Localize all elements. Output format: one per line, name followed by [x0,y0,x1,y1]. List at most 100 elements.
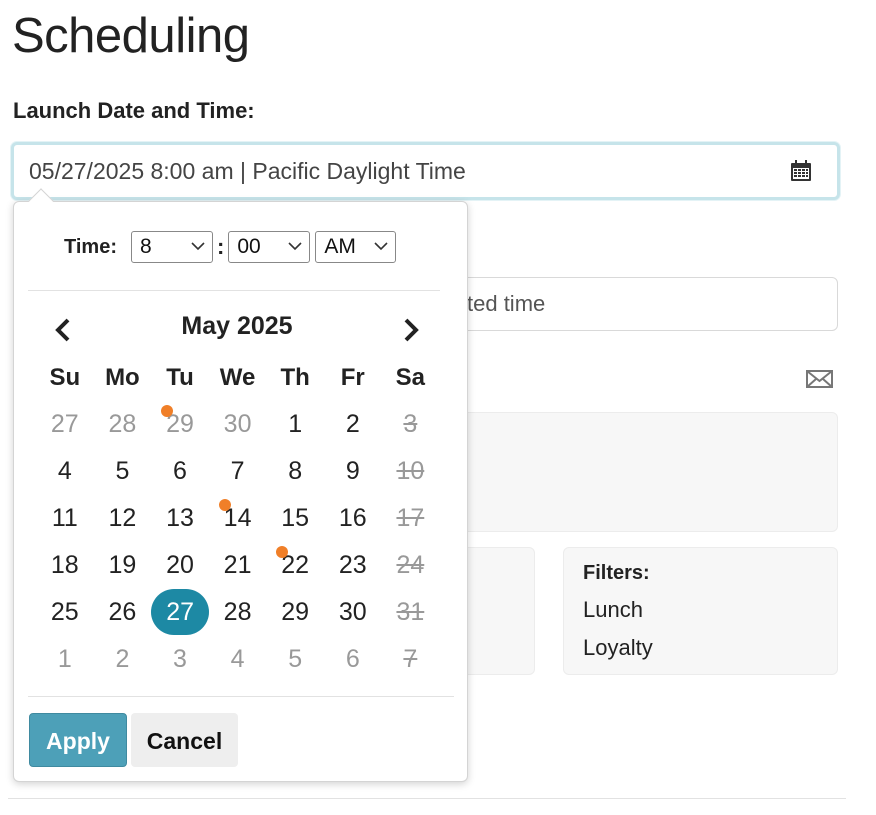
calendar-day-number: 28 [223,598,252,626]
weekday-label: We [219,364,256,391]
weekday-label: Fr [340,364,365,391]
ampm-select[interactable]: AM [315,231,397,263]
calendar-day[interactable]: 7 [209,448,267,495]
calendar-day-number: 27 [50,410,79,438]
calendar-week-row: 25 26 27 28 29 30 31 [36,589,439,636]
launch-date-input[interactable]: 05/27/2025 8:00 am | Pacific Daylight Ti… [11,142,840,200]
calendar-day[interactable]: 9 [324,448,382,495]
calendar-day-number: 8 [288,457,303,485]
calendar-day[interactable]: 1 [266,401,324,448]
weekday-label: Sa [395,364,426,391]
calendar-day-number: 15 [281,504,310,532]
chevron-down-icon [374,242,388,251]
calendar-day[interactable]: 2 [94,636,152,683]
calendar-day[interactable]: 19 [94,542,152,589]
calendar-week-row: 1 2 3 4 5 6 7 [36,636,439,683]
calendar-day-number: 6 [345,645,360,673]
calendar-day-number: 25 [50,598,79,626]
calendar-day-number: 4 [57,457,72,485]
weekday-label: Su [49,364,81,391]
filter-item: Lunch [583,597,643,622]
calendar-day[interactable]: 28 [209,589,267,636]
weekday-label: Th [280,364,310,391]
calendar-day-number: 20 [166,551,194,579]
calendar-day-selected[interactable]: 27 [151,589,210,636]
date-time-picker: Time: 8 : 00 AM May 2025 Su Mo Tu We Th … [13,188,468,782]
page-title: Scheduling [12,9,250,63]
calendar-grid: Su Mo Tu We Th Fr Sa 27 28 29 30 1 2 3 4 5 6 7 8 9 10… [36,354,439,683]
calendar-day-number: 3 [403,410,418,438]
calendar-day[interactable]: 6 [151,448,209,495]
filters-panel: Filters: Lunch Loyalty [563,547,838,675]
time-colon: : [216,234,225,259]
calendar-day[interactable]: 2 [324,401,382,448]
calendar-day[interactable]: 29 [266,589,324,636]
calendar-day[interactable]: 25 [36,589,94,636]
calendar-day-number: 5 [288,645,303,673]
calendar-day[interactable]: 4 [209,636,267,683]
calendar-day[interactable]: 13 [151,495,209,542]
calendar-day-number: 29 [281,598,310,626]
calendar-day[interactable]: 4 [36,448,94,495]
chevron-left-icon[interactable] [52,317,74,343]
time-label: Time: [64,235,117,258]
calendar-day-number: 28 [108,410,137,438]
apply-button[interactable]: Apply [29,713,127,767]
calendar-day[interactable]: 28 [94,401,152,448]
calendar-week-row: 4 5 6 7 8 9 10 [36,448,439,495]
launch-date-value: 05/27/2025 8:00 am | Pacific Daylight Ti… [29,158,466,184]
calendar-icon[interactable] [789,159,813,183]
calendar-day[interactable]: 1 [36,636,94,683]
chevron-down-icon [288,242,302,251]
calendar-day[interactable]: 5 [266,636,324,683]
calendar-day-number: 30 [338,598,367,626]
calendar-day[interactable]: 18 [36,542,94,589]
calendar-day[interactable]: 16 [324,495,382,542]
calendar-day[interactable]: 3 [151,636,209,683]
calendar-day[interactable]: 26 [94,589,152,636]
calendar-day-number: 26 [108,598,137,626]
background-field-text: ted time [467,291,546,316]
filters-title: Filters: [583,562,650,584]
hour-select[interactable]: 8 [130,231,213,263]
envelope-icon[interactable] [806,369,833,389]
ampm-value: AM [324,235,356,258]
calendar-day-number: 11 [51,504,78,532]
calendar-day-disabled: 7 [382,636,440,683]
calendar-day[interactable]: 27 [36,401,94,448]
calendar-day[interactable]: 8 [266,448,324,495]
calendar-day-number: 5 [115,457,130,485]
minute-value: 00 [237,235,261,258]
calendar-day-number: 1 [57,645,72,673]
calendar-day[interactable]: 22 [266,542,324,589]
calendar-day[interactable]: 12 [94,495,152,542]
calendar-day[interactable]: 20 [151,542,209,589]
divider [8,798,846,799]
calendar-day-number: 19 [108,551,137,579]
background-text-field[interactable]: ted time [440,277,838,331]
calendar-day[interactable]: 14 [209,495,267,542]
weekday-label: Mo [105,364,140,391]
calendar-day[interactable]: 21 [209,542,267,589]
calendar-day-number: 21 [223,551,252,579]
cancel-button[interactable]: Cancel [131,713,238,767]
calendar-day-number: 18 [50,551,79,579]
calendar-day[interactable]: 15 [266,495,324,542]
calendar-day[interactable]: 5 [94,448,152,495]
minute-select[interactable]: 00 [228,231,311,263]
hour-value: 8 [139,235,152,258]
background-panel [440,412,838,532]
calendar-day[interactable]: 29 [151,401,209,448]
calendar-day[interactable]: 23 [324,542,382,589]
calendar-day-number: 7 [403,645,418,673]
calendar-day[interactable]: 30 [209,401,267,448]
calendar-day[interactable]: 11 [36,495,94,542]
chevron-right-icon[interactable] [400,317,422,343]
calendar-day-number: 30 [223,410,252,438]
calendar-day-disabled: 10 [382,448,440,495]
weekday-label: Tu [166,364,194,391]
calendar-day[interactable]: 6 [324,636,382,683]
month-title: May 2025 [181,312,293,340]
calendar-day[interactable]: 30 [324,589,382,636]
calendar-day-number: 12 [108,504,137,532]
